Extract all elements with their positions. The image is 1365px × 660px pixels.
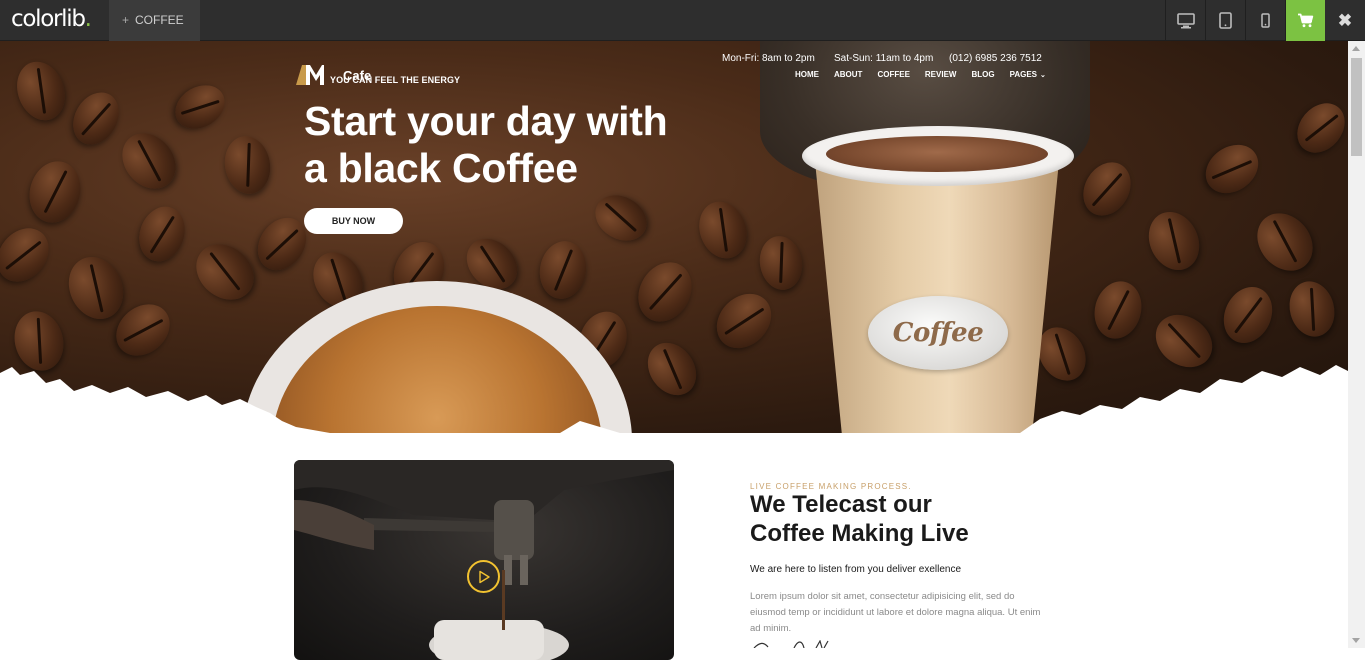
- buy-theme-button[interactable]: [1285, 0, 1325, 41]
- tablet-icon: [1219, 12, 1232, 29]
- page-scrollbar[interactable]: [1348, 41, 1365, 648]
- close-demo-button[interactable]: ✖: [1325, 0, 1365, 41]
- section-title: We Telecast our Coffee Making Live: [750, 491, 969, 547]
- nav-blog[interactable]: BLOG: [971, 70, 994, 79]
- nav-review[interactable]: REVIEW: [925, 70, 957, 79]
- colorlib-logo[interactable]: colorlib.: [11, 6, 92, 32]
- desktop-view-button[interactable]: [1165, 0, 1205, 41]
- coffee-cup-label: Coffee: [868, 296, 1008, 370]
- nav-home[interactable]: HOME: [795, 70, 819, 79]
- buy-now-button[interactable]: BUY NOW: [304, 208, 403, 234]
- hours-weekdays: Mon-Fri: 8am to 2pm: [722, 53, 815, 64]
- hero-banner: Coffee Cafe YOU CAN FEEL THE ENERGY Mon-…: [0, 41, 1348, 433]
- demo-top-bar: colorlib. + COFFEE ✖: [0, 0, 1365, 41]
- chevron-down-icon: ⌄: [1040, 72, 1046, 79]
- scroll-up-arrow-icon[interactable]: [1352, 46, 1360, 51]
- cafe-logo-icon: [296, 65, 324, 85]
- cart-icon: [1298, 13, 1314, 28]
- mobile-view-button[interactable]: [1245, 0, 1285, 41]
- main-nav: HOME ABOUT COFFEE REVIEW BLOG PAGES ⌄: [795, 70, 1061, 79]
- section-lead: We are here to listen from you deliver e…: [750, 564, 962, 575]
- demo-tab-coffee[interactable]: + COFFEE: [109, 0, 200, 41]
- play-video-button[interactable]: [467, 560, 500, 593]
- signature-image: [753, 640, 829, 648]
- demo-tab-label: COFFEE: [135, 13, 184, 27]
- desktop-icon: [1176, 12, 1195, 28]
- hero-title: Start your day with a black Coffee: [304, 98, 668, 191]
- phone-number: (012) 6985 236 7512: [949, 53, 1042, 64]
- scroll-down-arrow-icon[interactable]: [1352, 638, 1360, 643]
- nav-coffee[interactable]: COFFEE: [877, 70, 909, 79]
- nav-about[interactable]: ABOUT: [834, 70, 862, 79]
- tablet-view-button[interactable]: [1205, 0, 1245, 41]
- tagline: YOU CAN FEEL THE ENERGY: [330, 75, 461, 85]
- section-body: Lorem ipsum dolor sit amet, consectetur …: [750, 591, 1041, 634]
- hours-weekend: Sat-Sun: 11am to 4pm: [834, 53, 934, 64]
- plus-icon: +: [122, 13, 130, 27]
- torn-paper-edge: [0, 365, 1348, 433]
- scrollbar-thumb[interactable]: [1351, 58, 1362, 156]
- mobile-icon: [1261, 13, 1270, 28]
- nav-pages[interactable]: PAGES ⌄: [1010, 70, 1046, 79]
- close-icon: ✖: [1337, 10, 1353, 30]
- paper-cup-coffee: [826, 136, 1048, 172]
- play-icon: [478, 570, 490, 583]
